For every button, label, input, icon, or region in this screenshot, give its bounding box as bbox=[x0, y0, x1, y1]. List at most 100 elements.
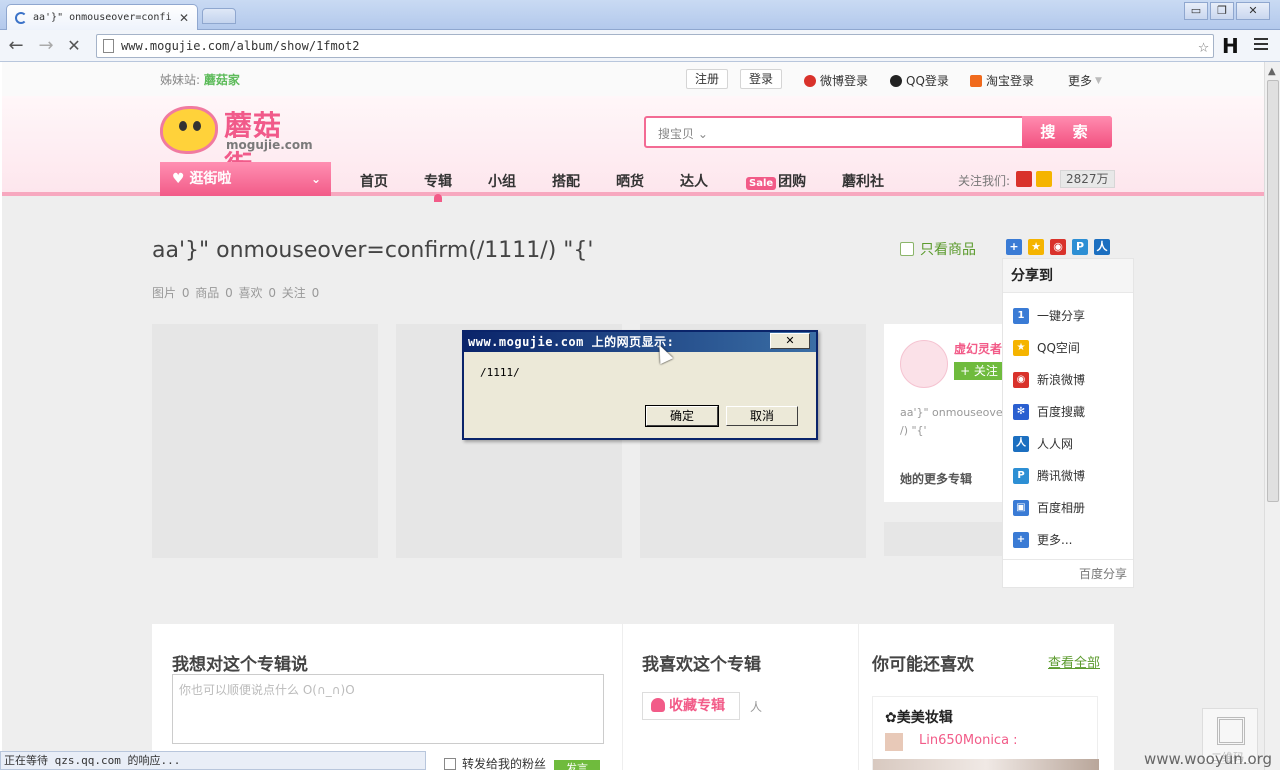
site-header: 蘑菇街 mogujie.com 搜宝贝 ⌄ 搜 索 ♥ 逛街啦 ⌄ 首页 专辑 小… bbox=[2, 96, 1264, 202]
share-item-tencent[interactable]: P 腾讯微博 bbox=[1013, 467, 1085, 484]
guang-menu[interactable]: ♥ 逛街啦 ⌄ bbox=[160, 162, 331, 196]
comment-heading: 我想对这个专辑说 bbox=[172, 655, 308, 675]
share-to-fans-label: 转发给我的粉丝 bbox=[462, 757, 547, 770]
rec-album-user[interactable]: Lin650Monica : bbox=[919, 733, 1018, 748]
logo-mascot-icon bbox=[160, 106, 218, 154]
owner-name[interactable]: 虚幻灵者 bbox=[954, 340, 1002, 357]
taobao-login-link[interactable]: 淘宝登录 bbox=[970, 72, 1034, 89]
nav-molishe[interactable]: 蘑利社 bbox=[842, 171, 884, 191]
checkbox-icon bbox=[444, 757, 456, 770]
share-item-qzone[interactable]: ★ QQ空间 bbox=[1013, 339, 1080, 356]
divider bbox=[858, 624, 859, 770]
stop-button[interactable]: ✕ bbox=[62, 34, 86, 58]
sister-site: 姊妹站: 蘑菇家 bbox=[160, 71, 240, 88]
share-item-baidu-album[interactable]: ▣ 百度相册 bbox=[1013, 499, 1085, 516]
recommended-album-card[interactable]: ✿美美妆辑 Lin650Monica : bbox=[872, 696, 1099, 770]
share-item-label: QQ空间 bbox=[1037, 341, 1080, 355]
weibo-icon bbox=[804, 74, 816, 87]
login-button[interactable]: 登录 bbox=[740, 69, 783, 89]
window-close-button[interactable]: ✕ bbox=[1236, 2, 1270, 20]
qq-login-link[interactable]: QQ登录 bbox=[890, 72, 949, 89]
qzone-icon: ★ bbox=[1013, 339, 1029, 356]
dialog-title: www.mogujie.com 上的网页显示: bbox=[464, 332, 816, 352]
weibo-login-link[interactable]: 微博登录 bbox=[804, 72, 868, 89]
nav-show[interactable]: 晒货 bbox=[616, 171, 644, 191]
qzone-share-icon[interactable]: ★ bbox=[1028, 239, 1044, 255]
new-tab-button[interactable] bbox=[202, 8, 236, 24]
share-item-baidu[interactable]: ✻ 百度搜藏 bbox=[1013, 403, 1085, 420]
share-item-label: 更多... bbox=[1037, 533, 1073, 547]
taobao-icon bbox=[970, 74, 982, 87]
browser-menu-icon[interactable] bbox=[1254, 38, 1268, 52]
album-card[interactable] bbox=[152, 324, 378, 558]
recommend-heading: 你可能还喜欢 bbox=[872, 655, 974, 675]
owner-album-desc-1: aa'}" onmouseover bbox=[900, 406, 1008, 419]
nav-home[interactable]: 首页 bbox=[360, 171, 388, 191]
collect-album-button[interactable]: 收藏专辑 bbox=[642, 692, 740, 720]
search-box[interactable]: 搜宝贝 ⌄ 搜 索 bbox=[644, 116, 1112, 148]
share-item-sina[interactable]: ◉ 新浪微博 bbox=[1013, 371, 1085, 388]
scrollbar-thumb[interactable] bbox=[1267, 80, 1279, 502]
only-goods-label: 只看商品 bbox=[920, 242, 976, 258]
site-topbar: 姊妹站: 蘑菇家 注册 登录 微博登录 QQ登录 淘宝登录 更多 ▼ bbox=[2, 62, 1264, 96]
nav-album[interactable]: 专辑 bbox=[424, 171, 452, 202]
one-click-share-icon: 1 bbox=[1013, 307, 1029, 324]
see-all-link[interactable]: 查看全部 bbox=[1048, 652, 1100, 671]
browser-tab[interactable]: aa'}" onmouseover=confi ✕ bbox=[6, 4, 198, 30]
search-button[interactable]: 搜 索 bbox=[1022, 116, 1112, 148]
owner-profile-card: 虚幻灵者 + 关注 aa'}" onmouseover /) "{' 她的更多专… bbox=[884, 324, 1008, 502]
chevron-down-icon: ⌄ bbox=[697, 127, 708, 141]
minimize-button[interactable]: ▭ bbox=[1184, 2, 1208, 20]
tab-close-icon[interactable]: ✕ bbox=[179, 11, 189, 25]
share-to-fans-toggle[interactable]: 转发给我的粉丝 bbox=[444, 755, 546, 770]
more-menu[interactable]: 更多 ▼ bbox=[1068, 72, 1102, 89]
search-scope-select[interactable]: 搜宝贝 ⌄ bbox=[658, 125, 708, 142]
ok-button[interactable]: 确定 bbox=[645, 405, 719, 427]
qzone-follow-icon[interactable] bbox=[1036, 171, 1052, 187]
cancel-button[interactable]: 取消 bbox=[726, 406, 798, 426]
scroll-up-icon[interactable]: ▲ bbox=[1268, 66, 1276, 77]
share-item-more[interactable]: + 更多... bbox=[1013, 531, 1072, 548]
vertical-scrollbar[interactable]: ▲ bbox=[1264, 62, 1280, 770]
extension-h-icon[interactable]: H bbox=[1222, 34, 1239, 58]
site-logo[interactable]: 蘑菇街 mogujie.com bbox=[160, 104, 313, 182]
rec-album-title: ✿美美妆辑 bbox=[885, 710, 953, 726]
register-button[interactable]: 注册 bbox=[686, 69, 729, 89]
rec-album-thumbs bbox=[873, 759, 1099, 770]
tencent-weibo-icon: P bbox=[1013, 467, 1029, 484]
browser-toolbar: ← → ✕ www.mogujie.com/album/show/1fmot2 … bbox=[0, 30, 1280, 62]
avatar[interactable] bbox=[900, 340, 948, 388]
dialog-message: /1111/ bbox=[480, 366, 520, 379]
comment-input[interactable]: 你也可以顺便说点什么 O(∩_∩)O bbox=[172, 674, 604, 744]
share-item-renren[interactable]: 人人人网 bbox=[1013, 435, 1073, 452]
share-plus-icon[interactable]: + bbox=[1006, 239, 1022, 255]
address-bar[interactable]: www.mogujie.com/album/show/1fmot2 ☆ bbox=[96, 34, 1214, 58]
submit-comment-button[interactable]: 发言 bbox=[554, 760, 600, 770]
only-goods-toggle[interactable]: 只看商品 bbox=[900, 239, 976, 259]
weibo-share-icon[interactable]: ◉ bbox=[1050, 239, 1066, 255]
sister-site-link[interactable]: 蘑菇家 bbox=[204, 73, 240, 87]
confirm-dialog: www.mogujie.com 上的网页显示: ✕ /1111/ 确定 取消 bbox=[462, 330, 818, 440]
dialog-close-button[interactable]: ✕ bbox=[770, 333, 810, 349]
back-button[interactable]: ← bbox=[4, 34, 28, 58]
baidu-album-icon: ▣ bbox=[1013, 499, 1029, 516]
restore-button[interactable]: ❐ bbox=[1210, 2, 1234, 20]
bookmark-star-icon[interactable]: ☆ bbox=[1198, 36, 1209, 57]
nav-tuan[interactable]: Sale 团购 bbox=[746, 171, 806, 191]
nav-match[interactable]: 搭配 bbox=[552, 171, 580, 191]
qq-login-label: QQ登录 bbox=[906, 74, 949, 88]
baidu-share-footer[interactable]: 百度分享 bbox=[1003, 559, 1133, 588]
weibo-follow-icon[interactable] bbox=[1016, 171, 1032, 187]
renren-share-icon[interactable]: 人 bbox=[1094, 239, 1110, 255]
forward-button[interactable]: → bbox=[34, 34, 58, 58]
tencent-share-icon[interactable]: P bbox=[1072, 239, 1088, 255]
thumb-icon bbox=[651, 698, 665, 712]
profile-placeholder bbox=[884, 522, 1004, 556]
follow-button[interactable]: + 关注 bbox=[954, 362, 1004, 380]
share-item-one-click[interactable]: 1 一键分享 bbox=[1013, 307, 1085, 324]
nav-talent[interactable]: 达人 bbox=[680, 171, 708, 191]
baidu-icon: ✻ bbox=[1013, 403, 1029, 420]
weibo-login-label: 微博登录 bbox=[820, 74, 869, 88]
more-albums-link[interactable]: 她的更多专辑 bbox=[900, 470, 972, 487]
nav-group[interactable]: 小组 bbox=[488, 171, 516, 191]
